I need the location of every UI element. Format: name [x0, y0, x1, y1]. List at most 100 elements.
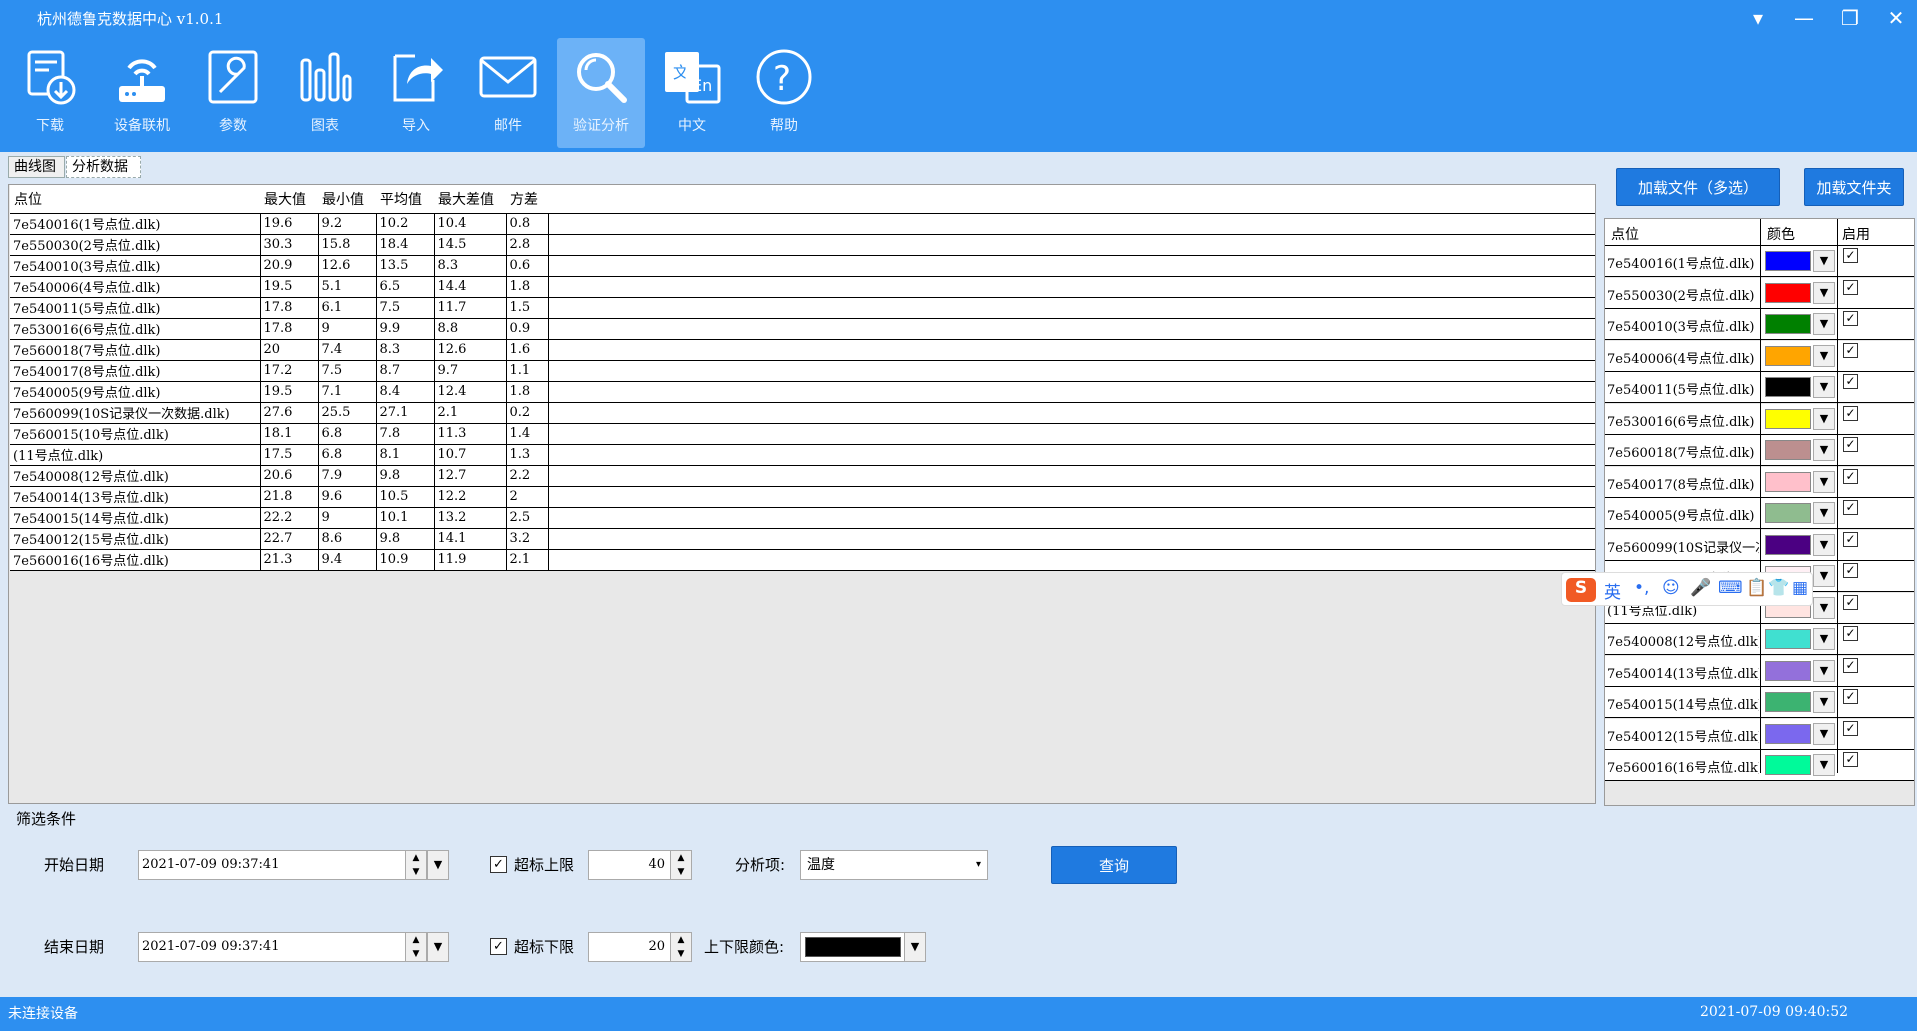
end-date-dropdown[interactable]: ▼ — [427, 932, 449, 962]
column-header[interactable]: 方差 — [506, 185, 548, 214]
toolbar-download-button[interactable]: 下载 — [6, 38, 94, 148]
series-enabled-checkbox[interactable]: ✓ — [1843, 752, 1858, 767]
query-button[interactable]: 查询 — [1051, 846, 1177, 884]
toolbar-device-connect-button[interactable]: 设备联机 — [98, 38, 186, 148]
column-header[interactable]: 最大差值 — [434, 185, 506, 214]
series-color-swatch[interactable] — [1765, 282, 1811, 303]
series-enabled-checkbox[interactable]: ✓ — [1843, 437, 1858, 452]
color-dropdown-icon[interactable]: ▼ — [1813, 691, 1835, 713]
series-enabled-checkbox[interactable]: ✓ — [1843, 279, 1858, 295]
start-date-dropdown[interactable]: ▼ — [427, 850, 449, 880]
table-row[interactable]: 7e540008(12号点位.dlk) 20.6 7.9 9.8 12.7 2.2 — [10, 465, 1595, 487]
lower-limit-spinner[interactable]: ▲ ▼ — [670, 932, 692, 962]
series-color-swatch[interactable] — [1765, 755, 1811, 775]
series-enabled-checkbox[interactable]: ✓ — [1843, 531, 1858, 547]
series-color-swatch[interactable] — [1765, 723, 1811, 744]
color-dropdown-icon[interactable]: ▼ — [1813, 565, 1835, 587]
end-date-spinner[interactable]: ▲ ▼ — [405, 932, 427, 962]
ime-toolbar[interactable]: S 英 •, ☺ 🎤 ⌨ 📋 👕 ▦ — [1561, 572, 1813, 606]
limit-color-picker[interactable] — [800, 932, 906, 962]
load-files-button[interactable]: 加载文件（多选） — [1616, 168, 1780, 206]
analysis-item-select[interactable]: 温度 ▾ — [800, 850, 988, 880]
series-enabled-checkbox[interactable]: ✓ — [1843, 563, 1858, 578]
toolbar-mail-button[interactable]: 邮件 — [464, 38, 552, 148]
series-color-swatch[interactable] — [1765, 534, 1811, 555]
color-dropdown-icon[interactable]: ▼ — [1813, 502, 1835, 524]
table-row[interactable]: 7e560099(10S记录仪一次数据.dlk) 27.6 25.5 27.1 2.1 0… — [10, 402, 1595, 424]
table-row[interactable]: 7e540010(3号点位.dlk) 20.9 12.6 13.5 8.3 0.6 — [10, 255, 1595, 277]
close-button[interactable]: ✕ — [1876, 4, 1916, 32]
table-row[interactable]: 7e560016(16号点位.dlk) 21.3 9.4 10.9 11.9 2.1 — [10, 549, 1595, 571]
color-dropdown-icon[interactable]: ▼ — [1813, 470, 1835, 493]
series-enabled-checkbox[interactable]: ✓ — [1843, 720, 1858, 736]
start-date-picker[interactable]: 2021-07-09 09:37:41 — [138, 850, 408, 880]
upper-limit-input[interactable]: 40 — [588, 850, 672, 880]
toolbar-verify-analysis-button[interactable]: 验证分析 — [557, 38, 645, 148]
series-color-swatch[interactable] — [1765, 692, 1811, 712]
series-enabled-checkbox[interactable]: ✓ — [1843, 594, 1858, 610]
color-dropdown-icon[interactable]: ▼ — [1813, 407, 1835, 430]
color-dropdown-icon[interactable]: ▼ — [1813, 439, 1835, 461]
table-row[interactable]: 7e560018(7号点位.dlk) 20 7.4 8.3 12.6 1.6 — [10, 339, 1595, 361]
skin-icon[interactable]: 👕 — [1768, 578, 1789, 598]
start-date-spinner[interactable]: ▲ ▼ — [405, 850, 427, 880]
table-row[interactable]: 7e540016(1号点位.dlk) 19.6 9.2 10.2 10.4 0.8 — [10, 213, 1595, 235]
menu-dropdown-icon[interactable]: ▾ — [1738, 4, 1778, 32]
color-dropdown-icon[interactable]: ▼ — [1813, 313, 1835, 335]
color-dropdown-icon[interactable]: ▼ — [1813, 722, 1835, 745]
series-enabled-checkbox[interactable]: ✓ — [1843, 311, 1858, 326]
series-color-swatch[interactable] — [1765, 660, 1811, 681]
upper-limit-checkbox[interactable]: ✓ — [490, 856, 507, 873]
color-dropdown-icon[interactable]: ▼ — [1813, 659, 1835, 682]
color-dropdown-icon[interactable]: ▼ — [1813, 376, 1835, 398]
limit-color-dropdown[interactable]: ▼ — [904, 932, 926, 962]
series-enabled-checkbox[interactable]: ✓ — [1843, 248, 1858, 263]
table-row[interactable]: 7e530016(6号点位.dlk) 17.8 9 9.9 8.8 0.9 — [10, 318, 1595, 340]
microphone-icon[interactable]: 🎤 — [1690, 578, 1711, 598]
column-header[interactable]: 最大值 — [260, 185, 318, 214]
color-dropdown-icon[interactable]: ▼ — [1813, 250, 1835, 272]
table-row[interactable]: 7e540006(4号点位.dlk) 19.5 5.1 6.5 14.4 1.8 — [10, 276, 1595, 298]
series-color-swatch[interactable] — [1765, 629, 1811, 649]
series-enabled-checkbox[interactable]: ✓ — [1843, 374, 1858, 389]
end-date-picker[interactable]: 2021-07-09 09:37:41 — [138, 932, 408, 962]
tab-curve-chart[interactable]: 曲线图 — [8, 156, 65, 178]
table-row[interactable]: 7e560015(10号点位.dlk) 18.1 6.8 7.8 11.3 1.4 — [10, 423, 1595, 445]
series-color-swatch[interactable] — [1765, 440, 1811, 460]
color-dropdown-icon[interactable]: ▼ — [1813, 754, 1835, 776]
column-header[interactable]: 点位 — [10, 185, 260, 214]
minimize-button[interactable]: — — [1784, 4, 1824, 32]
series-color-swatch[interactable] — [1765, 314, 1811, 334]
ime-language-toggle[interactable]: 英 — [1604, 578, 1621, 603]
toolbar-help-button[interactable]: ? 帮助 — [740, 38, 828, 148]
series-color-swatch[interactable] — [1765, 377, 1811, 397]
toolbar-chart-button[interactable]: 图表 — [281, 38, 369, 148]
table-row[interactable]: 7e550030(2号点位.dlk) 30.3 15.8 18.4 14.5 2.8 — [10, 234, 1595, 256]
table-row[interactable]: 7e540011(5号点位.dlk) 17.8 6.1 7.5 11.7 1.5 — [10, 297, 1595, 319]
clipboard-icon[interactable]: 📋 — [1746, 578, 1767, 598]
color-dropdown-icon[interactable]: ▼ — [1813, 344, 1835, 367]
color-dropdown-icon[interactable]: ▼ — [1813, 628, 1835, 650]
table-row[interactable]: 7e540012(15号点位.dlk) 22.7 8.6 9.8 14.1 3.2 — [10, 528, 1595, 550]
color-dropdown-icon[interactable]: ▼ — [1813, 596, 1835, 619]
column-header[interactable]: 平均值 — [376, 185, 434, 214]
column-header[interactable]: 最小值 — [318, 185, 376, 214]
series-enabled-checkbox[interactable]: ✓ — [1843, 626, 1858, 641]
table-row[interactable]: 7e540005(9号点位.dlk) 19.5 7.1 8.4 12.4 1.8 — [10, 381, 1595, 403]
restore-button[interactable]: ❐ — [1830, 4, 1870, 32]
lower-limit-input[interactable]: 20 — [588, 932, 672, 962]
table-row[interactable]: (11号点位.dlk) 17.5 6.8 8.1 10.7 1.3 — [10, 444, 1595, 466]
table-row[interactable]: 7e540017(8号点位.dlk) 17.2 7.5 8.7 9.7 1.1 — [10, 360, 1595, 382]
color-dropdown-icon[interactable]: ▼ — [1813, 281, 1835, 304]
keyboard-icon[interactable]: ⌨ — [1718, 578, 1743, 598]
series-enabled-checkbox[interactable]: ✓ — [1843, 500, 1858, 515]
punctuation-icon[interactable]: •, — [1634, 578, 1649, 598]
tab-analysis-data[interactable]: 分析数据 — [66, 156, 141, 178]
color-dropdown-icon[interactable]: ▼ — [1813, 533, 1835, 556]
series-enabled-checkbox[interactable]: ✓ — [1843, 468, 1858, 484]
upper-limit-spinner[interactable]: ▲ ▼ — [670, 850, 692, 880]
series-color-swatch[interactable] — [1765, 503, 1811, 523]
series-enabled-checkbox[interactable]: ✓ — [1843, 689, 1858, 704]
emoji-icon[interactable]: ☺ — [1662, 578, 1680, 598]
series-enabled-checkbox[interactable]: ✓ — [1843, 657, 1858, 673]
